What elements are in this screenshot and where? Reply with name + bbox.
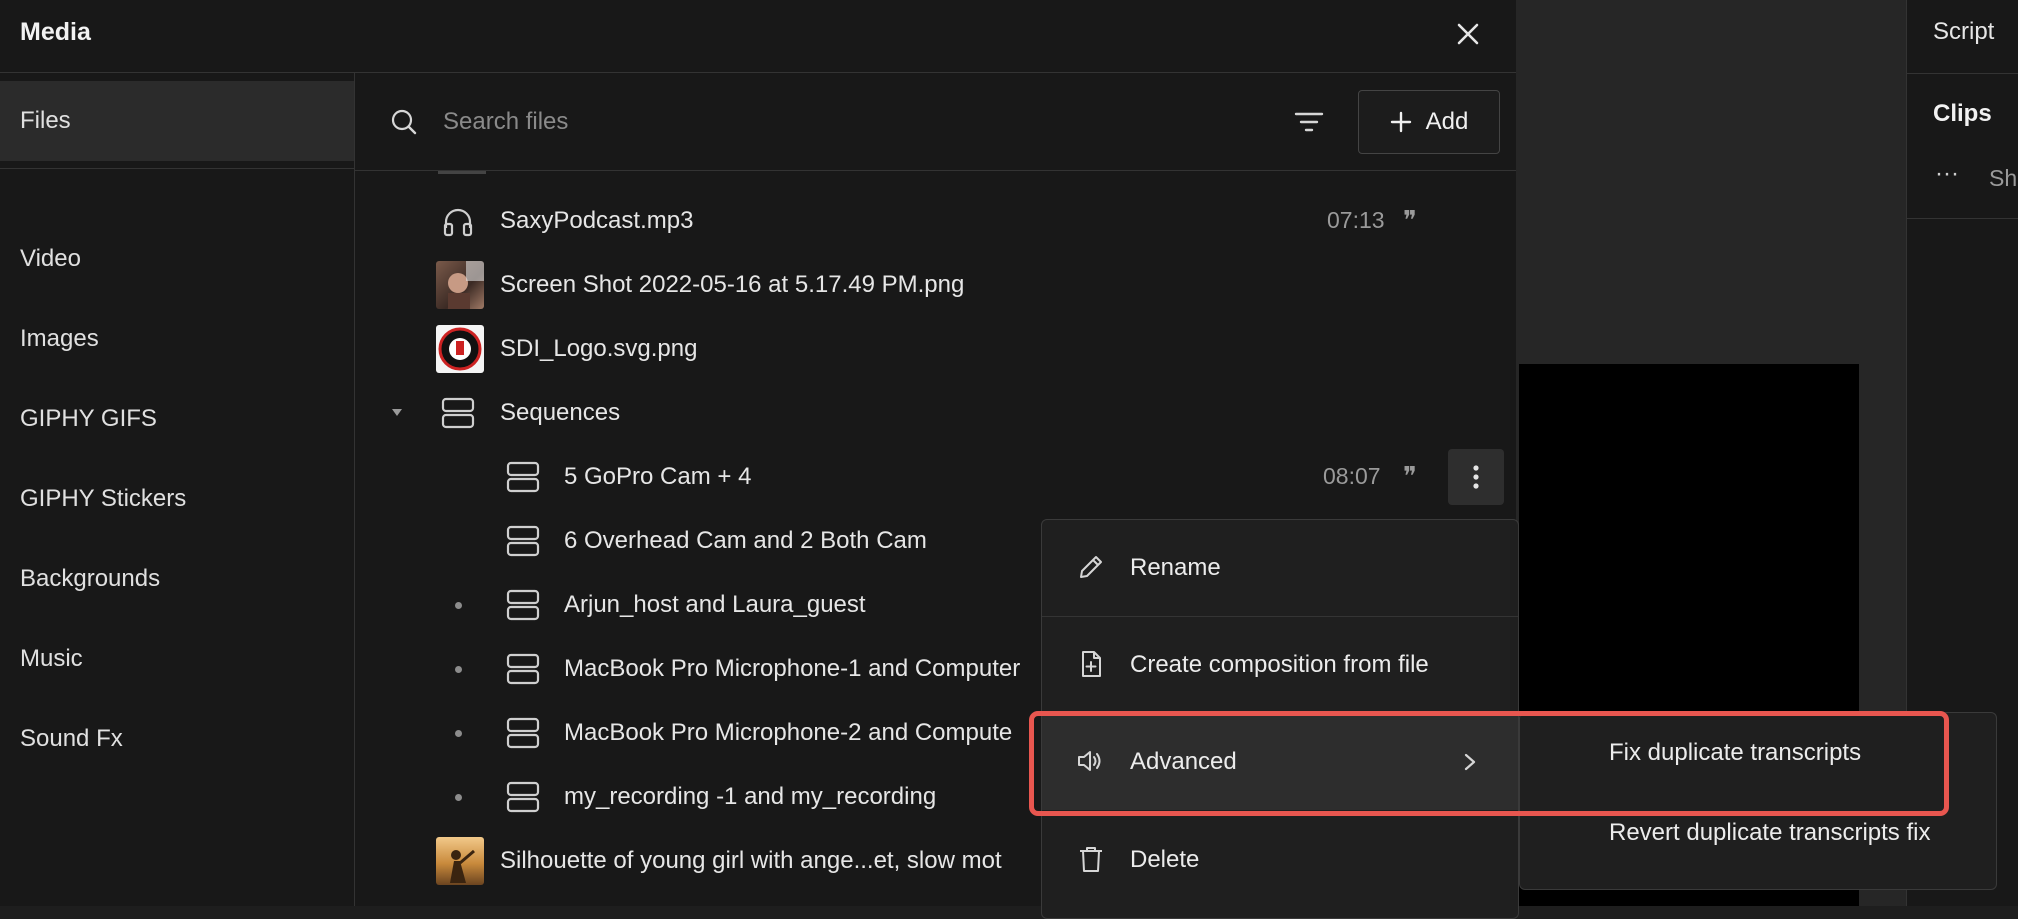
bullet-icon (455, 666, 462, 673)
file-row[interactable]: SaxyPodcast.mp3 07:13 ❞ (355, 189, 1516, 253)
add-button[interactable]: Add (1358, 90, 1500, 154)
sequence-icon (506, 524, 540, 558)
sidebar-item-video[interactable]: Video (0, 219, 354, 299)
menu-label: Delete (1130, 846, 1200, 873)
sidebar-item-music[interactable]: Music (0, 619, 354, 699)
close-icon[interactable] (1451, 17, 1485, 51)
sequence-name: Arjun_host and Laura_guest (564, 591, 866, 618)
file-duration: 07:13 (1327, 207, 1385, 233)
menu-label: Create composition from file (1130, 651, 1429, 678)
file-plus-icon (1076, 649, 1106, 679)
sequence-name: 5 GoPro Cam + 4 (564, 463, 752, 490)
menu-item-rename[interactable]: Rename (1042, 520, 1518, 616)
file-duration: 08:07 (1323, 463, 1381, 489)
transcript-icon: ❞ (1403, 462, 1417, 492)
sidebar-item-giphy-gifs[interactable]: GIPHY GIFS (0, 379, 354, 459)
file-name: Silhouette of young girl with ange...et,… (500, 847, 1002, 874)
menu-item-delete[interactable]: Delete (1042, 812, 1518, 908)
sequence-icon (506, 460, 540, 494)
sequence-name: 6 Overhead Cam and 2 Both Cam (564, 527, 927, 554)
sequence-icon (506, 780, 540, 814)
bullet-icon (455, 794, 462, 801)
headphones-icon (441, 204, 475, 238)
transcript-icon: ❞ (1403, 206, 1417, 236)
sequence-name: my_recording -1 and my_recording (564, 783, 937, 810)
more-options-button[interactable] (1448, 449, 1504, 505)
logo-thumbnail (436, 325, 484, 373)
tab-script[interactable]: Script (1933, 18, 1994, 46)
image-thumbnail (436, 261, 484, 309)
menu-item-create-composition[interactable]: Create composition from file (1042, 617, 1518, 713)
trash-icon (1076, 844, 1106, 874)
search-icon (390, 108, 418, 136)
menu-label: Rename (1130, 554, 1221, 581)
sequence-row[interactable]: 5 GoPro Cam + 4 08:07 ❞ (355, 445, 1516, 509)
sequence-name: MacBook Pro Microphone-1 and Computer (564, 655, 1021, 682)
divider (1907, 73, 2018, 74)
sequence-name: MacBook Pro Microphone-2 and Compute (564, 719, 1013, 746)
folder-row-sequences[interactable]: Sequences (355, 381, 1516, 445)
sidebar-item-sound-fx[interactable]: Sound Fx (0, 699, 354, 779)
sequence-icon (506, 652, 540, 686)
file-name: SaxyPodcast.mp3 (500, 207, 694, 234)
file-row[interactable]: SDI_Logo.svg.png (355, 317, 1516, 381)
sidebar-divider (0, 168, 354, 169)
file-name: Screen Shot 2022-05-16 at 5.17.49 PM.png (500, 271, 965, 298)
bullet-icon (455, 602, 462, 609)
media-header: Media (0, 0, 1516, 73)
clips-more-icon[interactable]: ··· (1935, 160, 1959, 188)
panel-title: Media (20, 18, 91, 46)
sequence-folder-icon (441, 396, 475, 430)
sidebar-item-giphy-stickers[interactable]: GIPHY Stickers (0, 459, 354, 539)
caret-down-icon[interactable] (390, 405, 404, 419)
file-name: SDI_Logo.svg.png (500, 335, 698, 362)
filter-icon[interactable] (1293, 106, 1325, 138)
sidebar-item-images[interactable]: Images (0, 299, 354, 379)
sidebar-item-files[interactable]: Files (0, 81, 354, 161)
file-row[interactable]: Screen Shot 2022-05-16 at 5.17.49 PM.png (355, 253, 1516, 317)
pencil-icon (1076, 552, 1106, 582)
add-label: Add (1425, 108, 1469, 135)
sequence-icon (506, 716, 540, 750)
sequence-icon (506, 588, 540, 622)
clips-truncated-label: Sh (1989, 165, 2018, 191)
highlight-annotation (1029, 711, 1949, 816)
media-toolbar: Add (355, 73, 1516, 171)
plus-icon (1390, 111, 1412, 133)
bullet-icon (455, 730, 462, 737)
sidebar-item-backgrounds[interactable]: Backgrounds (0, 539, 354, 619)
tab-clips[interactable]: Clips (1933, 100, 1992, 128)
divider (1907, 218, 2018, 219)
search-input[interactable] (443, 101, 1143, 143)
media-sidebar: Files Video Images GIPHY GIFS GIPHY Stic… (0, 73, 355, 906)
folder-name: Sequences (500, 399, 621, 426)
video-thumbnail (436, 837, 484, 885)
